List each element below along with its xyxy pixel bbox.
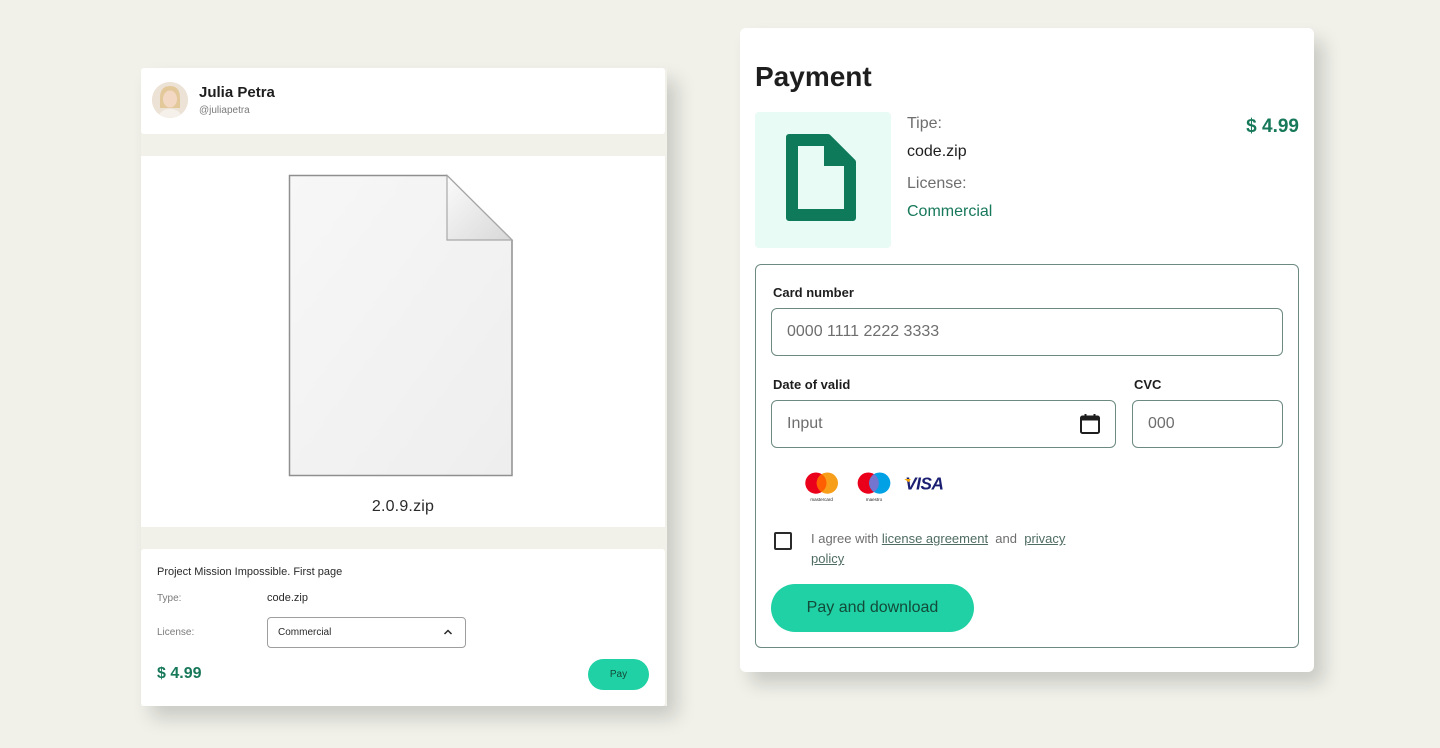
license-value: Commercial [907,203,993,220]
license-agreement-link[interactable]: license agreement [882,531,988,546]
chevron-up-icon [443,629,453,635]
file-preview: 2.0.9.zip [141,156,665,527]
type-label: Type: [157,593,182,604]
type-value: code.zip [267,592,308,604]
type-value: code.zip [907,143,967,160]
license-select[interactable]: Commercial [267,617,466,648]
cvc-input[interactable]: 000 [1132,400,1283,448]
payment-title: Payment [755,61,872,92]
card-number-label: Card number [773,285,854,300]
author-header: Julia Petra @juliapetra [141,68,665,134]
product-card: Julia Petra @juliapetra 2.0.9.zip Projec… [141,68,667,706]
pay-and-download-button[interactable]: Pay and download [771,584,974,632]
price: $ 4.99 [157,665,202,682]
payment-logos: mastercard maestro VISA [805,472,944,502]
agree-prefix: I agree with [811,531,879,546]
license-select-value: Commercial [278,627,332,638]
mastercard-logo: mastercard [805,472,838,502]
document-icon [786,134,856,221]
maestro-logo: maestro [857,472,891,502]
avatar[interactable] [152,82,188,118]
author-name: Julia Petra [199,84,275,101]
agree-checkbox[interactable] [774,532,792,550]
date-label: Date of valid [773,377,851,392]
mastercard-text: mastercard [810,497,833,502]
preview-file-name: 2.0.9.zip [371,498,435,515]
cvc-placeholder: 000 [1148,415,1175,432]
cvc-label: CVC [1134,377,1162,392]
agree-text: I agree with license agreement and priva… [811,529,1101,569]
date-input[interactable]: Input [771,400,1116,448]
card-form: Card number 0000 1111 2222 3333 Date of … [755,264,1299,648]
card-number-placeholder: 0000 1111 2222 3333 [787,323,940,340]
product-details: Project Mission Impossible. First page T… [141,549,665,706]
card-number-input[interactable]: 0000 1111 2222 3333 [771,308,1283,356]
license-label: License: [907,175,967,192]
pay-button[interactable]: Pay [588,659,649,690]
visa-text: VISA [905,474,943,494]
visa-logo: VISA [904,474,944,494]
generic-file-icon [288,174,514,477]
file-thumbnail [755,112,891,248]
maestro-text: maestro [866,497,883,502]
date-placeholder: Input [787,415,823,432]
project-title: Project Mission Impossible. First page [157,566,343,578]
author-handle: @juliapetra [199,105,250,116]
payment-card: Payment Tipe: code.zip License: Commerci… [740,28,1314,672]
agree-and: and [995,531,1017,546]
type-label: Tipe: [907,115,942,132]
calendar-icon[interactable] [1079,413,1101,435]
price: $ 4.99 [1246,116,1299,137]
license-label: License: [157,627,195,638]
